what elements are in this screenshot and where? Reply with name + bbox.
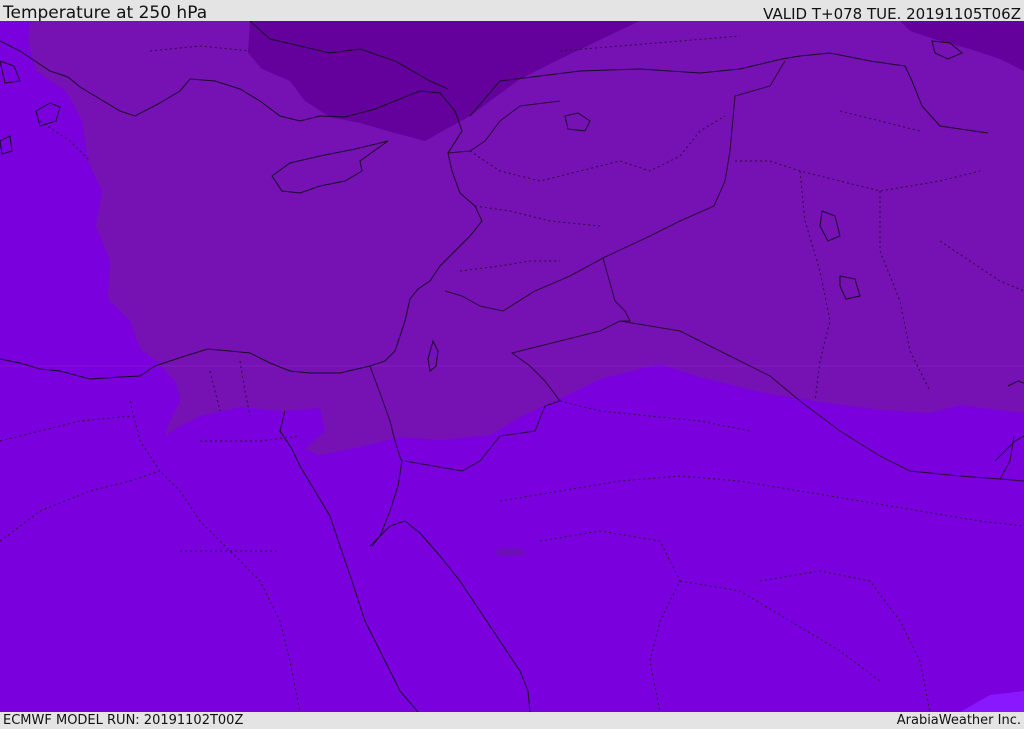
map-svg (0, 21, 1024, 712)
map-title: Temperature at 250 hPa (3, 3, 208, 23)
footer-bar: ECMWF MODEL RUN: 20191102T00Z ArabiaWeat… (0, 712, 1024, 729)
model-run-label: ECMWF MODEL RUN: 20191102T00Z (3, 713, 244, 728)
temperature-map[interactable] (0, 21, 1024, 712)
credit-label: ArabiaWeather Inc. (896, 713, 1021, 728)
header-bar: Temperature at 250 hPa VALID T+078 TUE. … (0, 0, 1024, 23)
